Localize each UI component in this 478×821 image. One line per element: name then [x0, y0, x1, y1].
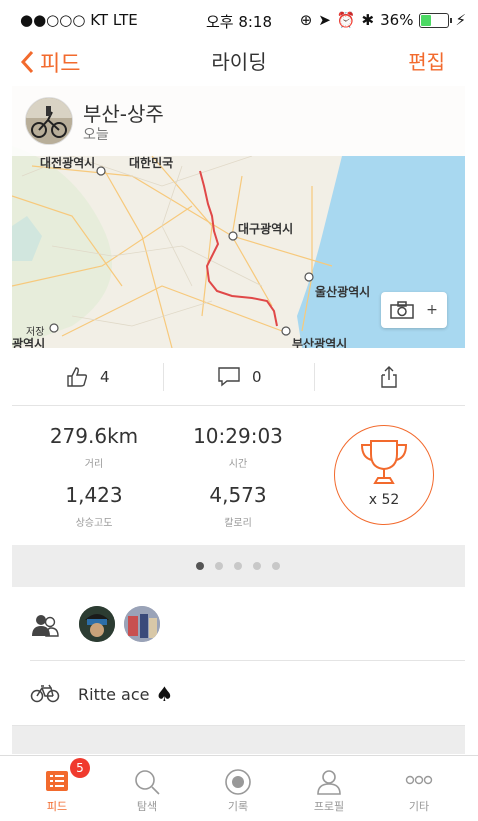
add-photo-button[interactable]: + [381, 292, 447, 328]
elevation-label: 상승고도 [75, 518, 113, 529]
search-icon [135, 770, 160, 795]
kudos-count: 4 [100, 368, 110, 386]
comment-icon [218, 367, 240, 387]
bike-name-text: Ritte ace [78, 684, 150, 704]
avatar[interactable] [25, 97, 73, 145]
activity-date: 오늘 [83, 127, 109, 143]
nav-bar: 피드 라이딩 편집 [0, 40, 478, 84]
battery-percent: 36% [380, 11, 414, 29]
divider [30, 660, 465, 661]
distance-value: 279.6km [49, 424, 139, 448]
avatar-image [26, 98, 72, 144]
record-icon [225, 769, 251, 795]
share-icon [381, 366, 397, 388]
comment-button[interactable]: 0 [218, 360, 262, 394]
tab-profile-label: 프로필 [313, 800, 345, 813]
bike-icon [30, 683, 60, 707]
tab-profile[interactable]: 프로필 [284, 768, 374, 813]
location-icon: ➤ [318, 11, 331, 29]
profile-icon [317, 770, 341, 795]
divider [12, 405, 465, 406]
map-label-busan: 부산광역시 [292, 337, 348, 348]
tab-more-label: 기타 [408, 800, 430, 813]
pager-dot[interactable] [196, 562, 204, 570]
divider [163, 363, 164, 391]
time-value: 10:29:03 [193, 424, 283, 448]
tab-explore[interactable]: 탐색 [102, 768, 192, 813]
spade-icon: ♠ [155, 682, 174, 706]
share-button[interactable] [380, 360, 398, 394]
footer-gray [12, 726, 465, 754]
group-athletes-icon [30, 612, 60, 642]
achievements-button[interactable]: x 52 [334, 425, 434, 525]
map-label-gwangyeoksi: 광역시 [12, 337, 46, 348]
bluetooth-icon: ✱ [361, 11, 375, 29]
tab-more[interactable]: 기타 [374, 768, 464, 813]
map-label-daegu: 대구광역시 [238, 222, 294, 236]
pager-dot[interactable] [234, 562, 242, 570]
comment-count: 0 [252, 368, 262, 386]
notification-badge: 5 [70, 758, 90, 778]
map-label-daejeon: 대전광역시 [40, 156, 96, 170]
map-label-korea: 대한민국 [129, 156, 174, 170]
tab-feed-label: 피드 [46, 800, 68, 813]
charging-icon: ⚡ [455, 11, 466, 29]
battery-icon [419, 12, 453, 28]
pager-dot[interactable] [272, 562, 280, 570]
trophy-icon [360, 440, 408, 484]
athlete-avatar[interactable] [124, 606, 160, 642]
bike-name[interactable]: Ritte ace ♠ [78, 682, 173, 706]
edit-button[interactable]: 편집 [408, 46, 445, 75]
alarm-icon: ⏰ [336, 11, 356, 29]
calories-value: 4,573 [209, 483, 267, 507]
pager-dot[interactable] [215, 562, 223, 570]
status-icons: ⊕ ➤ ⏰ ✱ 36% ⚡ [300, 11, 466, 29]
page-title: 라이딩 [211, 50, 267, 74]
distance-label: 거리 [84, 459, 104, 470]
more-icon [405, 775, 433, 785]
time-label: 시간 [228, 459, 248, 470]
tab-explore-label: 탐색 [136, 800, 158, 813]
tab-record[interactable]: 기록 [193, 768, 283, 813]
activity-name[interactable]: 부산-상주 [83, 98, 164, 127]
map-label-ulsan: 울산광역시 [315, 285, 371, 299]
thumbs-up-icon [67, 367, 88, 387]
camera-icon [390, 301, 414, 319]
status-bar: ●●○○○ KT LTE 오후 8:18 ⊕ ➤ ⏰ ✱ 36% ⚡ [0, 0, 478, 40]
feed-icon [46, 771, 68, 791]
elevation-value: 1,423 [65, 483, 123, 507]
trophy-count: x 52 [368, 492, 400, 508]
tab-record-label: 기록 [227, 800, 249, 813]
pager-dot[interactable] [253, 562, 261, 570]
add-photo-plus: + [426, 302, 438, 318]
lock-rotation-icon: ⊕ [299, 11, 313, 29]
calories-label: 칼로리 [224, 518, 252, 529]
athlete-avatar[interactable] [79, 606, 115, 642]
activity-header [12, 86, 465, 156]
kudos-button[interactable]: 4 [66, 360, 110, 394]
divider [314, 363, 315, 391]
